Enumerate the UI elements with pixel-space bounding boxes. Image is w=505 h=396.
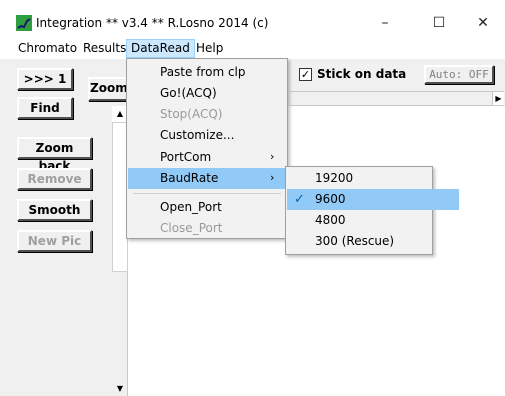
minimize-icon[interactable]: – — [362, 8, 408, 38]
next-button[interactable]: >>> 1 — [17, 68, 73, 90]
baudrate-submenu-arrow-icon: › — [270, 171, 275, 184]
find-button[interactable]: Find — [17, 97, 73, 119]
maximize-icon[interactable]: ☐ — [416, 8, 462, 38]
menu-item-9600[interactable]: 9600 — [287, 189, 459, 210]
dataread-menu: Paste from clp Go!(ACQ) Stop(ACQ) Custom… — [126, 58, 318, 239]
menu-item-19200[interactable]: 19200 — [286, 168, 461, 189]
menu-chromato[interactable]: Chromato — [14, 39, 81, 58]
scroll-right-icon[interactable]: ▶ — [492, 92, 504, 105]
menu-help[interactable]: Help — [192, 39, 227, 58]
checkmark-icon: ✓ — [294, 192, 305, 207]
stick-on-data-label: Stick on data — [317, 67, 407, 81]
app-icon — [16, 15, 32, 31]
new-pic-button[interactable]: New Pic — [17, 230, 92, 252]
menu-item-customize[interactable]: Customize... — [127, 125, 320, 146]
baudrate-menu: 19200 9600 ✓ 4800 300 (Rescue) — [285, 166, 459, 255]
window-title: Integration ** v3.4 ** R.Losno 2014 (c) — [36, 16, 269, 30]
horizontal-scrollbar[interactable] — [290, 91, 504, 106]
menu-item-paste-from-clp[interactable]: Paste from clp — [127, 62, 320, 83]
menu-item-4800[interactable]: 4800 — [286, 210, 461, 231]
smooth-button[interactable]: Smooth — [17, 199, 92, 221]
close-icon[interactable]: ✕ — [460, 8, 505, 38]
menu-results[interactable]: Results — [79, 39, 130, 58]
zoom-back-button[interactable]: Zoom back — [17, 137, 92, 173]
remove-button[interactable]: Remove — [17, 168, 92, 190]
auto-off-button[interactable]: Auto: OFF — [424, 65, 494, 84]
menu-separator — [133, 193, 281, 194]
zoom-button[interactable]: Zoom — [88, 77, 128, 101]
menu-item-300-rescue[interactable]: 300 (Rescue) — [286, 231, 461, 252]
scroll-down-icon[interactable]: ▼ — [112, 384, 128, 396]
menu-dataread[interactable]: DataRead — [126, 39, 195, 58]
menu-item-stop-acq[interactable]: Stop(ACQ) — [127, 104, 320, 125]
portcom-submenu-arrow-icon: › — [270, 150, 275, 163]
menu-item-portcom[interactable]: PortCom — [127, 147, 320, 168]
menu-item-go-acq[interactable]: Go!(ACQ) — [127, 83, 320, 104]
